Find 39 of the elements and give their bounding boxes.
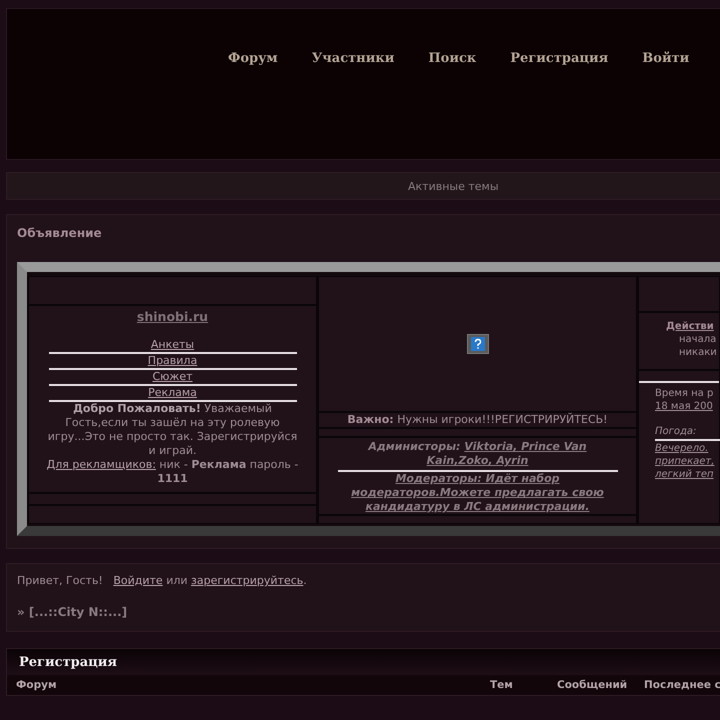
nav-link[interactable]: Форум: [228, 51, 278, 66]
weather-text: Вечерело.: [654, 442, 708, 455]
greeting-text: Привет, Гость!: [17, 574, 103, 587]
column-header: Тем: [490, 679, 514, 691]
welcome-text: Добро Пожаловать! Уважаемый Гость,если ты зашёл на эту ролевую игру...Это не просто так. Зарегистрируйся и играй.: [48, 402, 298, 458]
panel-title: Объявление: [17, 225, 103, 242]
period-text: .: [303, 574, 307, 587]
active-topics-link[interactable]: Активные темы: [408, 180, 499, 192]
ads-text: ник - Реклама пароль - 1111: [157, 458, 298, 485]
weather-label: Погода:: [654, 425, 696, 438]
nav-link[interactable]: Участники: [312, 51, 394, 66]
column-header: Форум: [16, 679, 58, 691]
action-title: Действи: [665, 320, 714, 333]
admins-text: Администоры: Viktoria, Prince Van Kain,Zoko, Ayrin: [338, 440, 618, 472]
time-text: Время на р: [654, 387, 714, 400]
breadcrumb-link[interactable]: » [...::City N::...]: [17, 605, 128, 619]
menu-link[interactable]: Сюжет: [48, 370, 296, 386]
time-text: 18 мая 200: [654, 400, 713, 413]
weather-text: припекает,: [654, 455, 714, 468]
menu-link[interactable]: Анкеты: [48, 338, 296, 354]
important-label: Важно:: [347, 413, 394, 426]
broken-image-icon: [466, 334, 488, 354]
important-text: Нужны игроки!!!РЕГИСТРИРУЙТЕСЬ!: [397, 413, 608, 426]
column-header: Последнее с: [644, 679, 720, 691]
login-link[interactable]: Войдите: [113, 574, 163, 587]
nav-link[interactable]: Войти: [642, 51, 690, 66]
moderators-link[interactable]: Модераторы: Идёт набор модераторов.Можете предлагать свою кандидатуру в ЛС администрации.: [342, 472, 612, 514]
column-header: Сообщений: [557, 679, 628, 691]
nav-link[interactable]: Поиск: [428, 51, 476, 66]
menu-link[interactable]: Правила: [48, 354, 296, 370]
weather-text: легкий теп: [654, 468, 714, 481]
or-text: или: [166, 574, 188, 587]
action-text: начала: [678, 333, 716, 346]
nav-link[interactable]: Регистрация: [510, 51, 608, 66]
site-link[interactable]: shinobi.ru: [136, 309, 208, 324]
register-link[interactable]: зарегистрируйтесь: [191, 574, 304, 587]
action-text: никаки: [678, 346, 717, 359]
ads-link[interactable]: Для рекламщиков:: [46, 458, 156, 471]
menu-link[interactable]: Реклама: [48, 386, 296, 402]
